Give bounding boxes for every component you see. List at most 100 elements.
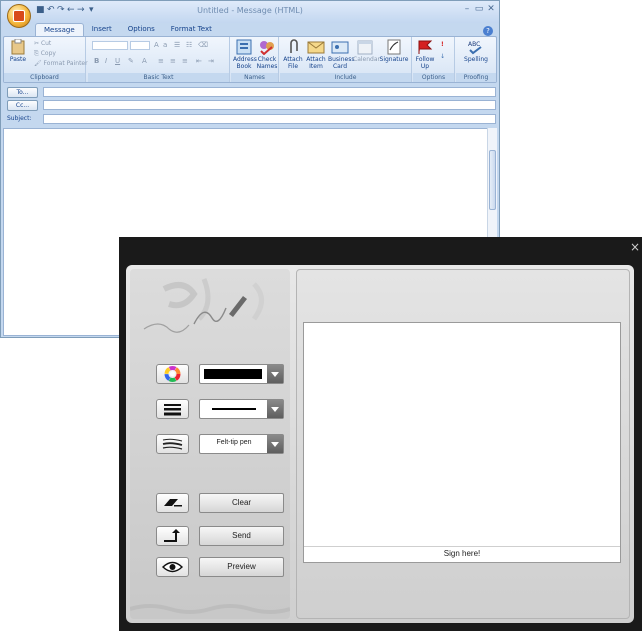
paste-label: Paste — [9, 56, 27, 63]
tab-options[interactable]: Options — [120, 23, 163, 36]
cc-field[interactable] — [43, 100, 496, 110]
font-name-box[interactable] — [92, 41, 128, 50]
title-bar: ■ ↶ ↷ ← → ▾ Untitled - Message (HTML) – … — [1, 1, 499, 28]
calendar-icon — [357, 40, 373, 55]
proofing-group-label: Proofing — [456, 73, 496, 82]
line-width-dropdown[interactable] — [199, 399, 284, 419]
close-icon[interactable]: ✕ — [485, 4, 497, 14]
business-card-button[interactable]: Business Card — [328, 39, 355, 70]
copy-button[interactable]: ⎘ Copy — [34, 50, 56, 58]
align-left-icon[interactable]: ≡ — [158, 57, 164, 65]
line-width-button[interactable] — [156, 399, 189, 419]
chevron-down-icon[interactable] — [267, 400, 283, 418]
clear-icon-button[interactable] — [156, 493, 189, 513]
preview-button[interactable]: Preview — [199, 557, 284, 577]
to-button[interactable]: To... — [7, 87, 38, 98]
chevron-down-icon[interactable] — [267, 365, 283, 383]
basic-text-group-label: Basic Text — [88, 73, 229, 82]
spelling-icon: ABC — [468, 41, 482, 55]
pen-type-button[interactable] — [156, 434, 189, 454]
align-center-icon[interactable]: ≡ — [170, 57, 176, 65]
signature-label: Signature — [379, 56, 409, 63]
attach-file-button[interactable]: Attach File — [282, 39, 304, 70]
spelling-label: Spelling — [464, 56, 488, 63]
business-card-icon — [331, 41, 349, 54]
spelling-button[interactable]: ABC Spelling — [460, 39, 492, 63]
font-color-icon[interactable]: A — [142, 57, 147, 65]
maximize-icon[interactable]: ▭ — [473, 4, 485, 14]
calendar-label: Calendar — [353, 56, 380, 63]
dialog-body: Felt-tip pen Clear Send Preview Sign her… — [126, 265, 634, 623]
decrease-indent-icon[interactable]: ⇤ — [196, 57, 202, 65]
underline-button[interactable]: U — [115, 57, 120, 65]
clear-button[interactable]: Clear — [199, 493, 284, 513]
color-dropdown[interactable] — [199, 364, 284, 384]
pen-type-dropdown[interactable]: Felt-tip pen — [199, 434, 284, 454]
ribbon-tabs: Message Insert Options Format Text — [35, 23, 220, 36]
bullets-icon[interactable]: ☰ — [174, 41, 180, 49]
increase-indent-icon[interactable]: ⇥ — [208, 57, 214, 65]
signature-canvas[interactable]: Sign here! — [303, 322, 621, 563]
tab-insert[interactable]: Insert — [84, 23, 120, 36]
highlight-icon[interactable]: ✎ — [128, 57, 134, 65]
proofing-group: ABC Spelling Proofing — [456, 37, 496, 82]
color-wheel-icon — [164, 366, 181, 382]
color-swatch — [204, 369, 262, 379]
send-button[interactable]: Send — [199, 526, 284, 546]
chevron-down-icon[interactable] — [267, 435, 283, 453]
names-group: Address Book Check Names Names — [231, 37, 279, 82]
scrollbar-thumb[interactable] — [489, 150, 496, 210]
signature-icon — [387, 39, 401, 55]
line-width-preview — [212, 408, 256, 410]
pen-stroke-icon — [162, 438, 183, 450]
minimize-icon[interactable]: – — [461, 4, 473, 14]
cc-button[interactable]: Cc... — [7, 100, 38, 111]
numbering-icon[interactable]: ☷ — [186, 41, 192, 49]
preview-icon-button[interactable] — [156, 557, 189, 577]
eraser-icon — [164, 499, 182, 507]
to-field[interactable] — [43, 87, 496, 97]
font-size-box[interactable] — [130, 41, 150, 50]
subject-field[interactable] — [43, 114, 496, 124]
check-names-button[interactable]: Check Names — [256, 39, 278, 70]
send-arrow-icon — [164, 529, 180, 542]
options-group: Follow Up ! ↓ Options — [413, 37, 455, 82]
window-title: Untitled - Message (HTML) — [197, 6, 303, 15]
calendar-button[interactable]: Calendar — [353, 39, 380, 63]
basic-text-group: A a ☰ ☷ ⌫ B I U ✎ A ≡ ≡ ≡ ⇤ ⇥ Basic Text — [88, 37, 230, 82]
attach-item-button[interactable]: Attach Item — [305, 39, 327, 70]
address-book-button[interactable]: Address Book — [233, 39, 257, 70]
business-card-label: Business Card — [328, 56, 355, 70]
tab-message[interactable]: Message — [35, 23, 84, 36]
high-importance-icon[interactable]: ! — [441, 41, 444, 48]
clear-formatting-icon[interactable]: ⌫ — [198, 41, 208, 49]
subject-label: Subject: — [7, 115, 32, 122]
paste-button[interactable]: Paste — [7, 39, 29, 63]
signature-button[interactable]: Signature — [379, 39, 409, 63]
signature-panel: Sign here! — [296, 269, 630, 619]
italic-button[interactable]: I — [105, 57, 107, 65]
clipboard-group-label: Clipboard — [4, 73, 85, 82]
follow-up-button[interactable]: Follow Up — [414, 39, 436, 70]
line-width-icon — [164, 404, 181, 416]
calligraphy-decoration — [143, 278, 264, 333]
dialog-close-icon[interactable]: × — [630, 241, 640, 253]
format-painter-label: Format Painter — [43, 60, 88, 67]
tab-format-text[interactable]: Format Text — [163, 23, 220, 36]
eye-icon — [161, 561, 184, 573]
texture-decoration — [130, 604, 290, 614]
cut-button[interactable]: ✂ Cut — [34, 40, 51, 47]
format-painter-button[interactable]: 🖌 Format Painter — [34, 60, 88, 67]
color-button[interactable] — [156, 364, 189, 384]
signature-dialog: × Felt-tip pen Clear Send Preview Sign h… — [119, 237, 642, 631]
paste-icon — [11, 39, 25, 55]
grow-font-icon[interactable]: A — [154, 41, 159, 49]
svg-text:ABC: ABC — [468, 41, 480, 48]
low-importance-icon[interactable]: ↓ — [440, 53, 445, 60]
send-icon-button[interactable] — [156, 526, 189, 546]
cut-label: Cut — [40, 40, 52, 47]
shrink-font-icon[interactable]: a — [163, 41, 167, 49]
bold-button[interactable]: B — [94, 57, 99, 65]
align-right-icon[interactable]: ≡ — [182, 57, 188, 65]
help-icon[interactable]: ? — [483, 26, 493, 36]
